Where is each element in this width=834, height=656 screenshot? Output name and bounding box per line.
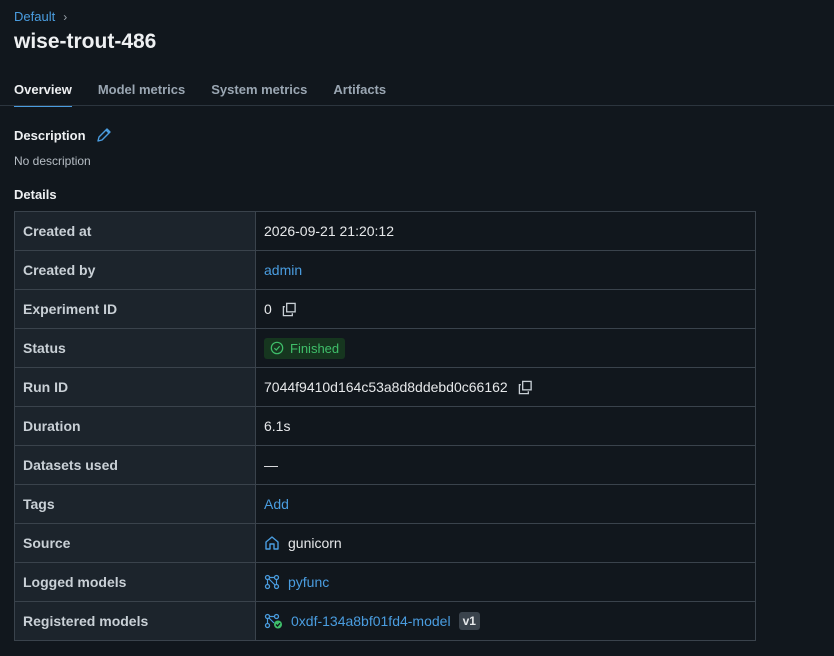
- table-row: Datasets used —: [14, 445, 756, 485]
- registered-model-icon: [264, 613, 282, 629]
- page-title: wise-trout-486: [14, 30, 157, 53]
- version-badge[interactable]: v1: [458, 612, 480, 630]
- tab-overview[interactable]: Overview: [14, 82, 72, 107]
- tab-model-metrics[interactable]: Model metrics: [98, 82, 185, 107]
- datasets-value: —: [255, 445, 756, 485]
- row-key-created-at: Created at: [14, 211, 256, 251]
- description-header: Description: [14, 127, 112, 143]
- row-key-duration: Duration: [14, 406, 256, 446]
- model-icon: [264, 574, 280, 590]
- table-row: Logged models pyfunc: [14, 562, 756, 602]
- add-tag-link[interactable]: Add: [264, 496, 289, 512]
- table-row: Status Finished: [14, 328, 756, 368]
- logged-model-link[interactable]: pyfunc: [288, 574, 329, 590]
- table-row: Tags Add: [14, 484, 756, 524]
- table-row: Run ID 7044f9410d164c53a8d8ddebd0c66162: [14, 367, 756, 407]
- breadcrumb-default-link[interactable]: Default: [14, 9, 55, 24]
- status-text: Finished: [290, 340, 340, 356]
- tab-bar: Overview Model metrics System metrics Ar…: [14, 82, 412, 107]
- row-key-source: Source: [14, 523, 256, 563]
- tab-artifacts[interactable]: Artifacts: [333, 82, 386, 107]
- details-title: Details: [14, 187, 57, 202]
- description-title: Description: [14, 127, 86, 143]
- registered-model-link[interactable]: 0xdf-134a8bf01fd4-model: [291, 613, 451, 629]
- source-icon: [265, 536, 279, 550]
- check-circle-icon: [270, 341, 284, 355]
- created-by-link[interactable]: admin: [264, 262, 302, 278]
- table-row: Experiment ID 0: [14, 289, 756, 329]
- details-table: Created at 2026-09-21 21:20:12 Created b…: [14, 211, 756, 641]
- copy-icon[interactable]: [282, 302, 297, 317]
- table-row: Created at 2026-09-21 21:20:12: [14, 211, 756, 251]
- table-row: Duration 6.1s: [14, 406, 756, 446]
- chevron-right-icon: ›: [63, 9, 68, 24]
- row-key-datasets: Datasets used: [14, 445, 256, 485]
- description-text: No description: [14, 154, 91, 168]
- source-value: gunicorn: [288, 535, 342, 551]
- row-key-logged-models: Logged models: [14, 562, 256, 602]
- row-key-experiment-id: Experiment ID: [14, 289, 256, 329]
- row-value-created-at: 2026-09-21 21:20:12: [255, 211, 756, 251]
- breadcrumb: Default ›: [14, 9, 67, 24]
- row-key-tags: Tags: [14, 484, 256, 524]
- row-key-run-id: Run ID: [14, 367, 256, 407]
- row-key-status: Status: [14, 328, 256, 368]
- status-badge: Finished: [264, 337, 346, 359]
- table-row: Source gunicorn: [14, 523, 756, 563]
- pencil-icon[interactable]: [96, 127, 112, 143]
- table-row: Created by admin: [14, 250, 756, 290]
- row-key-registered-models: Registered models: [14, 601, 256, 641]
- tab-divider: [0, 105, 834, 106]
- row-key-created-by: Created by: [14, 250, 256, 290]
- table-row: Registered models 0xdf-134a8bf01fd4-mode…: [14, 601, 756, 641]
- duration-value: 6.1s: [255, 406, 756, 446]
- experiment-id-value: 0: [264, 301, 272, 317]
- run-id-value: 7044f9410d164c53a8d8ddebd0c66162: [264, 379, 508, 395]
- copy-icon[interactable]: [518, 380, 533, 395]
- tab-system-metrics[interactable]: System metrics: [211, 82, 307, 107]
